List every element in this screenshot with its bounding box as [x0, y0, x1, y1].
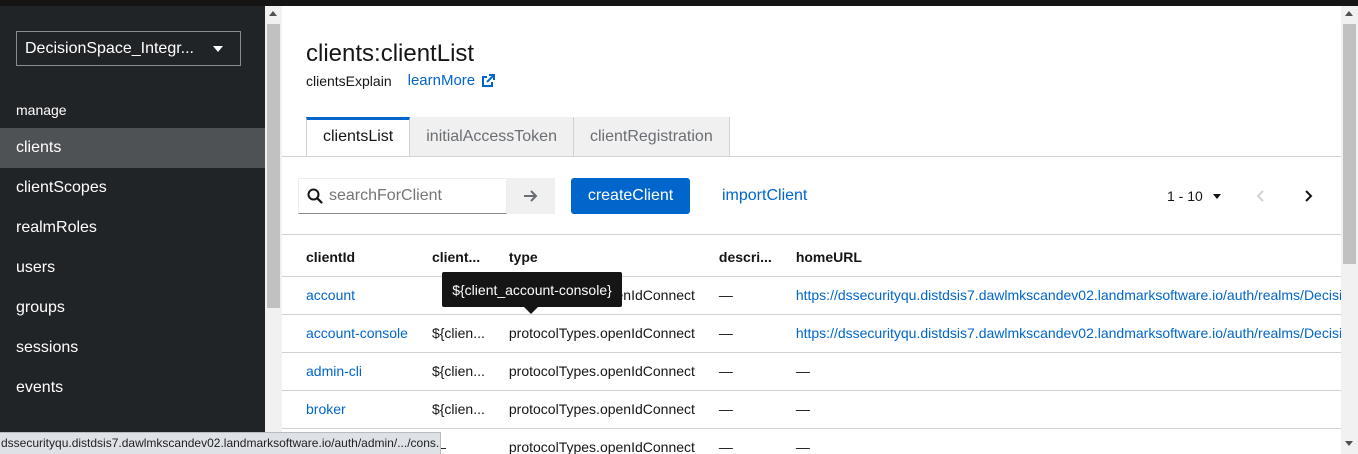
clients-explain-text: clientsExplain: [306, 72, 392, 89]
client-id-link[interactable]: account: [282, 276, 408, 315]
tooltip-arrow: [524, 307, 538, 314]
column-header-client-name[interactable]: client...: [407, 238, 485, 277]
home-url-link[interactable]: https://dssecurityqu.distdsis7.dawlmksca…: [771, 276, 1341, 315]
tab-clients-list[interactable]: clientsList: [306, 117, 411, 156]
table-header-row: clientId client... type descri... homeUR…: [282, 238, 1341, 277]
caret-down-icon: [1212, 193, 1221, 199]
search-input[interactable]: [329, 187, 499, 205]
client-id-link[interactable]: admin-cli: [282, 352, 408, 391]
client-description-cell: —: [694, 428, 772, 454]
client-name-cell[interactable]: ${clien...: [407, 390, 485, 429]
tab-divider: [282, 156, 1341, 157]
home-url-cell: —: [771, 390, 1341, 429]
create-client-button[interactable]: createClient: [571, 178, 690, 214]
arrow-right-icon: [524, 190, 538, 202]
sidebar-scrollbar-thumb[interactable]: [267, 24, 280, 308]
sidebar-item-groups[interactable]: groups: [0, 288, 265, 328]
sidebar: DecisionSpace_Integr... manage clients c…: [0, 6, 265, 454]
previous-page-icon[interactable]: [1251, 186, 1271, 206]
client-name-cell[interactable]: ${clien...: [407, 352, 485, 391]
table-row: account-console ${clien... protocolTypes…: [282, 314, 1341, 353]
scroll-up-arrow-icon[interactable]: [269, 11, 277, 16]
nav-section-manage: manage: [16, 102, 67, 118]
page-subtitle: clientsExplain learnMore: [306, 72, 496, 89]
home-url-cell: —: [771, 428, 1341, 454]
client-type-cell: protocolTypes.openIdConnect: [484, 390, 695, 429]
client-type-cell: protocolTypes.openIdConnect: [484, 352, 695, 391]
client-name-tooltip: ${client_account-console}: [442, 272, 622, 314]
column-header-type[interactable]: type: [484, 238, 695, 277]
tab-client-registration[interactable]: clientRegistration: [573, 117, 730, 156]
toolbar-divider: [282, 234, 1341, 235]
column-header-home-url[interactable]: homeURL: [771, 238, 1341, 277]
sidebar-scrollbar[interactable]: [265, 6, 282, 454]
realm-selector[interactable]: DecisionSpace_Integr...: [16, 31, 241, 66]
search-box: [298, 178, 507, 214]
import-client-button[interactable]: importClient: [722, 178, 807, 214]
tooltip-text: ${client_account-console}: [452, 281, 612, 298]
tab-bar: clientsList initialAccessToken clientReg…: [306, 117, 730, 156]
table-row: admin-cli ${clien... protocolTypes.openI…: [282, 352, 1341, 391]
client-description-cell: —: [694, 390, 772, 429]
clients-table: clientId client... type descri... homeUR…: [282, 238, 1341, 454]
client-description-cell: —: [694, 314, 772, 353]
page-title: clients:clientList: [306, 40, 475, 67]
main-scrollbar[interactable]: [1341, 6, 1358, 454]
search-icon: [307, 188, 323, 204]
sidebar-item-clients[interactable]: clients: [0, 128, 265, 168]
home-url-link[interactable]: https://dssecurityqu.distdsis7.dawlmksca…: [771, 314, 1341, 353]
pagination-toggle[interactable]: 1 - 10: [1167, 178, 1221, 214]
main-content: clients:clientList clientsExplain learnM…: [282, 6, 1341, 454]
tab-initial-access-token[interactable]: initialAccessToken: [410, 117, 574, 156]
table-row: broker ${clien... protocolTypes.openIdCo…: [282, 390, 1341, 429]
sidebar-nav: clients clientScopes realmRoles users gr…: [0, 128, 265, 408]
client-description-cell: —: [694, 276, 772, 315]
scroll-up-arrow-icon[interactable]: [1345, 11, 1353, 16]
learn-more-label: learnMore: [407, 72, 476, 89]
sidebar-item-client-scopes[interactable]: clientScopes: [0, 168, 265, 208]
pagination-range: 1 - 10: [1167, 188, 1203, 204]
sidebar-item-users[interactable]: users: [0, 248, 265, 288]
column-header-description[interactable]: descri...: [694, 238, 772, 277]
search-submit-button[interactable]: [507, 178, 555, 214]
external-link-icon: [482, 73, 496, 87]
client-type-cell: protocolTypes.openIdConnect: [484, 428, 695, 454]
sidebar-item-events[interactable]: events: [0, 368, 265, 408]
client-id-link[interactable]: broker: [282, 390, 408, 429]
scroll-down-arrow-icon[interactable]: [1345, 441, 1353, 446]
client-id-link[interactable]: account-console: [282, 314, 408, 353]
client-type-cell: protocolTypes.openIdConnect: [484, 314, 695, 353]
home-url-cell: —: [771, 352, 1341, 391]
main-scrollbar-thumb[interactable]: [1343, 24, 1356, 264]
caret-down-icon: [213, 46, 223, 52]
client-name-cell[interactable]: ${clien...: [407, 314, 485, 353]
column-header-client-id[interactable]: clientId: [282, 238, 408, 277]
table-row: account protocolTypes.openIdConnect — ht…: [282, 276, 1341, 315]
sidebar-item-sessions[interactable]: sessions: [0, 328, 265, 368]
realm-selector-label: DecisionSpace_Integr...: [25, 39, 194, 57]
learn-more-link[interactable]: learnMore: [408, 72, 497, 89]
client-description-cell: —: [694, 352, 772, 391]
next-page-icon[interactable]: [1298, 186, 1318, 206]
sidebar-item-realm-roles[interactable]: realmRoles: [0, 208, 265, 248]
browser-status-bar: dssecurityqu.distdsis7.dawlmkscandev02.l…: [0, 432, 441, 454]
